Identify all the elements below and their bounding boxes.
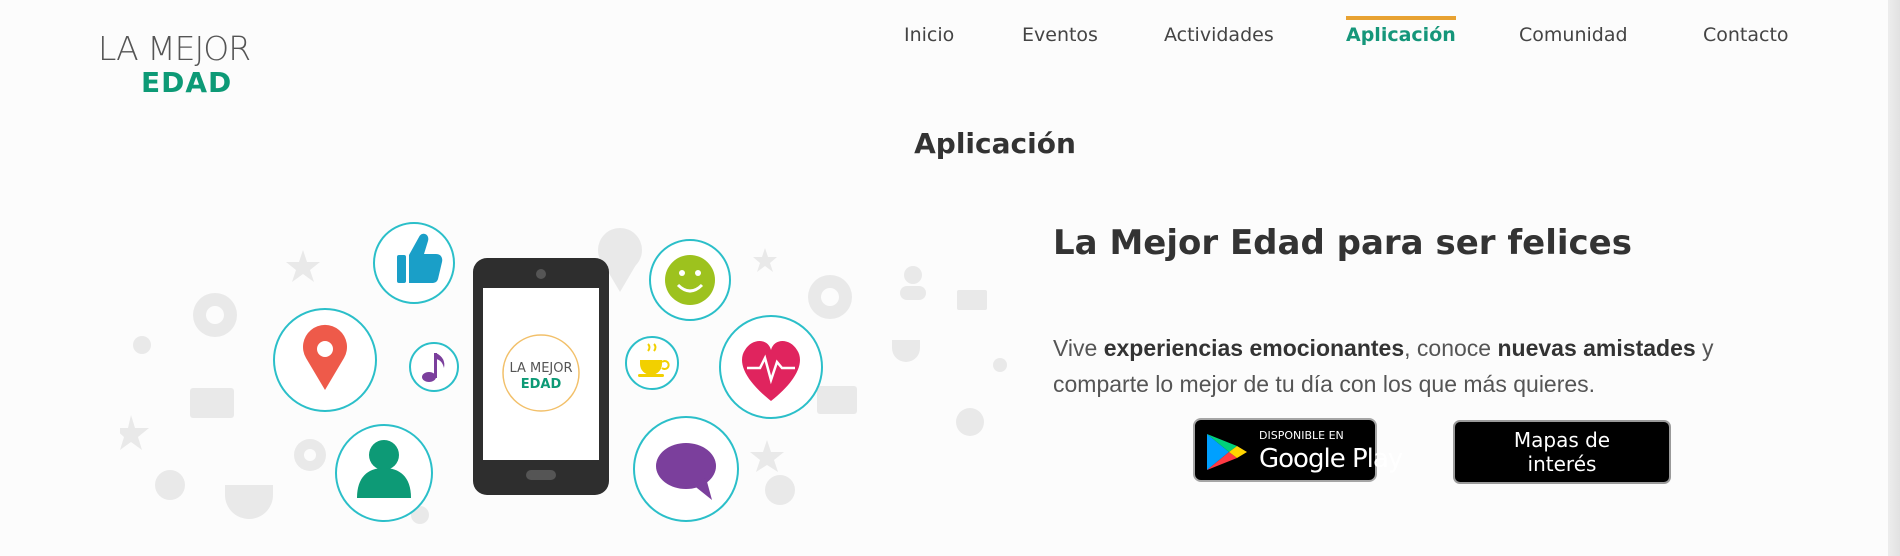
nav-item-eventos[interactable]: Eventos	[1022, 16, 1098, 56]
maps-button-label: Mapas de interés	[1513, 428, 1611, 476]
nav-item-actividades[interactable]: Actividades	[1164, 16, 1274, 56]
chat-bubble-icon	[633, 416, 739, 522]
thumbs-up-icon	[373, 222, 455, 304]
location-pin-icon	[273, 308, 377, 412]
description-part1: Vive	[1053, 335, 1104, 361]
nav-item-aplicacion[interactable]: Aplicación	[1346, 16, 1456, 56]
app-illustration: LA MEJOR EDAD	[120, 222, 1007, 524]
maps-button[interactable]: Mapas de interés	[1453, 420, 1671, 484]
coffee-cup-icon	[625, 336, 679, 390]
logo-text-top: LA MEJOR	[98, 29, 251, 68]
phone-logo-line2: EDAD	[521, 377, 562, 392]
site-logo[interactable]: LA MEJOR EDAD	[98, 30, 288, 98]
nav-item-comunidad[interactable]: Comunidad	[1519, 16, 1628, 56]
nav-item-contacto[interactable]: Contacto	[1703, 16, 1789, 56]
google-play-icon	[1207, 434, 1247, 470]
headline: La Mejor Edad para ser felices	[1053, 223, 1632, 263]
google-play-small-text: DISPONIBLE EN	[1259, 429, 1344, 442]
description-bold1: experiencias emocionantes	[1103, 335, 1405, 361]
logo-text-bottom: EDAD	[141, 66, 233, 99]
google-play-big-text: Google Play	[1259, 444, 1403, 474]
user-icon	[335, 424, 433, 522]
description-part2: , conoce	[1404, 335, 1498, 361]
smiley-icon	[649, 239, 731, 321]
google-play-button[interactable]: DISPONIBLE EN Google Play	[1193, 418, 1403, 482]
page-title: Aplicación	[914, 127, 1076, 160]
description: Vive experiencias emocionantes, conoce n…	[1053, 330, 1773, 402]
page-right-edge	[1888, 0, 1900, 556]
nav-item-inicio[interactable]: Inicio	[904, 16, 954, 56]
heart-pulse-icon	[719, 315, 823, 419]
phone-logo-line1: LA MEJOR	[509, 361, 572, 376]
description-bold2: nuevas amistades	[1497, 335, 1696, 361]
music-note-icon	[409, 342, 459, 392]
phone-icon: LA MEJOR EDAD	[473, 258, 609, 495]
